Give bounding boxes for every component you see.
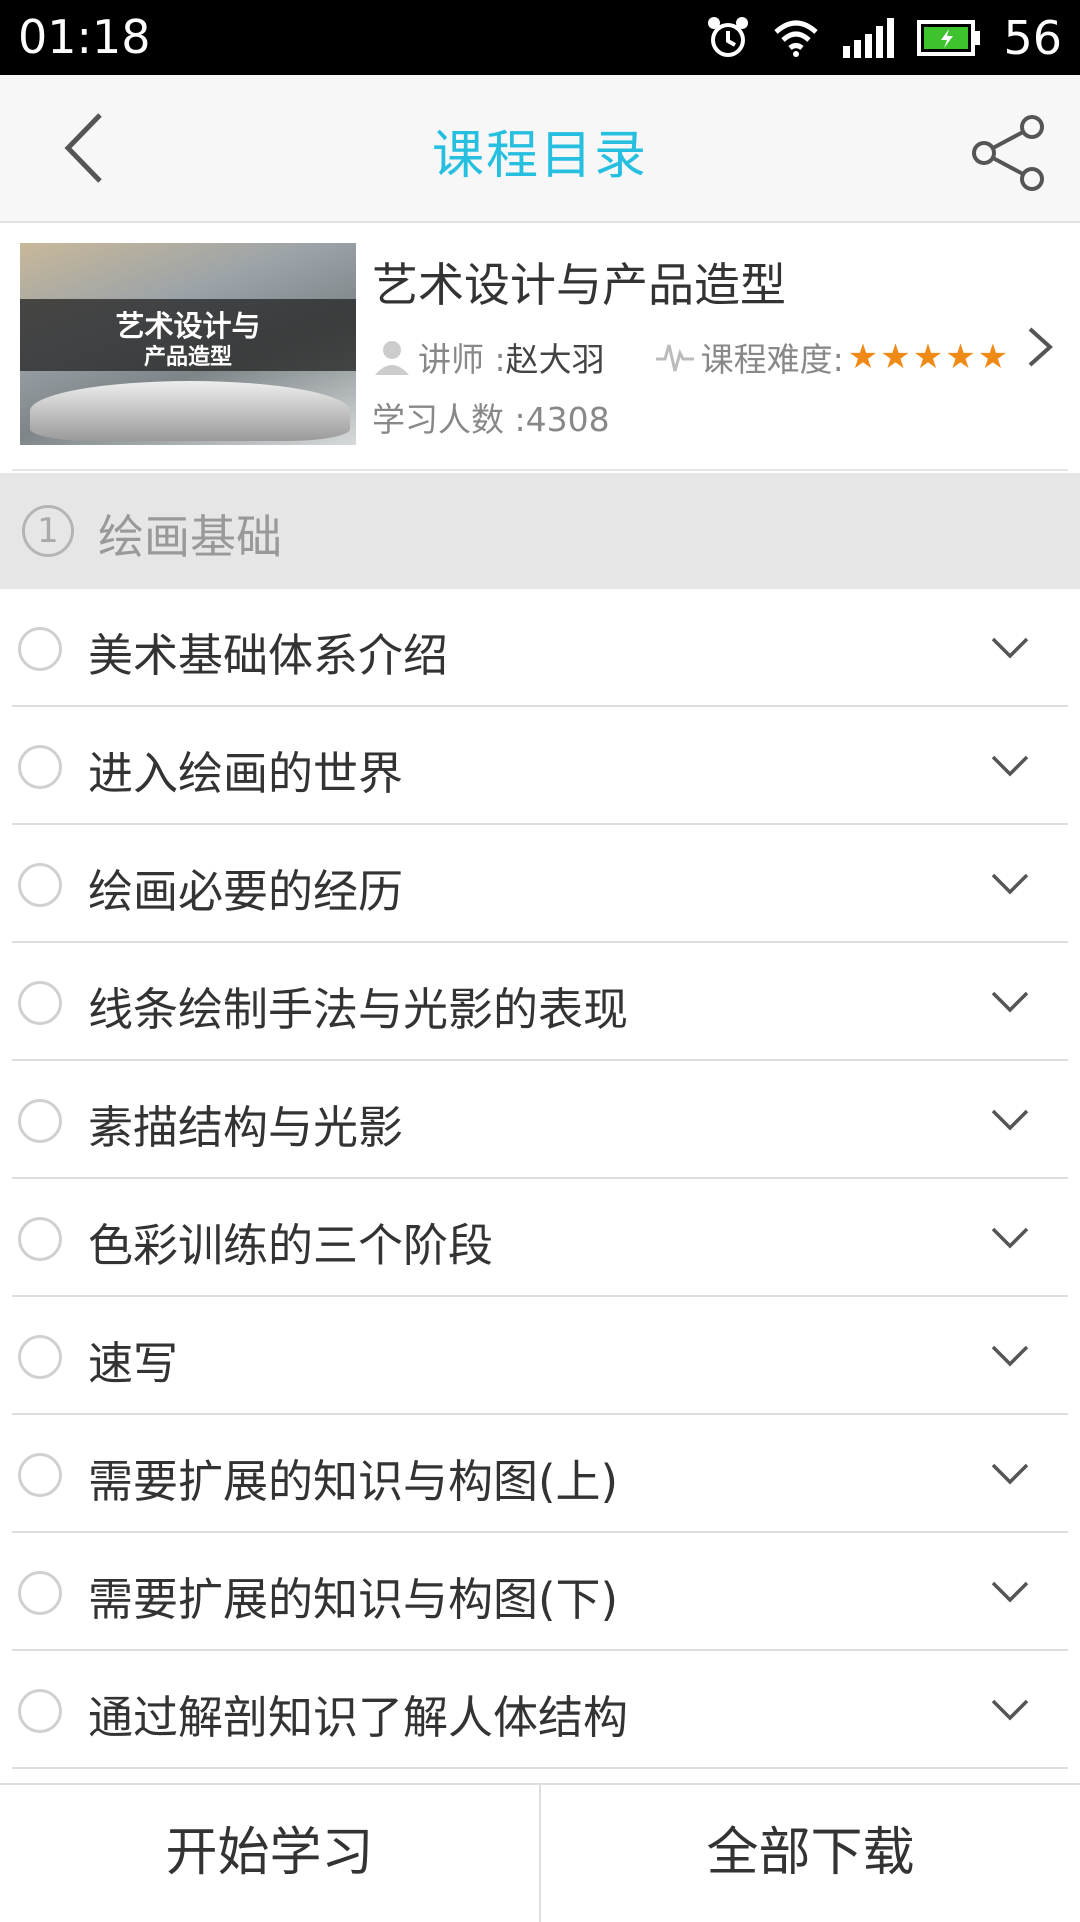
list-item[interactable]: 素描结构与光影 bbox=[12, 1061, 1068, 1179]
lesson-title: 需要扩展的知识与构图(上) bbox=[88, 1455, 619, 1508]
radio-circle-icon[interactable] bbox=[18, 1217, 62, 1261]
chevron-down-icon[interactable] bbox=[990, 1697, 1030, 1723]
battery-charging-icon bbox=[917, 20, 981, 56]
star-icon: ★ bbox=[847, 337, 879, 377]
chevron-down-icon[interactable] bbox=[990, 1225, 1030, 1251]
teacher-label: 讲师 : bbox=[418, 340, 506, 379]
radio-circle-icon[interactable] bbox=[18, 627, 62, 671]
list-item[interactable]: 通过解剖知识了解人体结构 bbox=[12, 1651, 1068, 1769]
chevron-down-icon[interactable] bbox=[990, 989, 1030, 1015]
learner-count: 学习人数 :4308 bbox=[372, 400, 610, 439]
lesson-title: 线条绘制手法与光影的表现 bbox=[88, 983, 629, 1036]
radio-circle-icon[interactable] bbox=[18, 1453, 62, 1497]
lesson-title: 美术基础体系介绍 bbox=[88, 629, 449, 682]
radio-circle-icon[interactable] bbox=[18, 1099, 62, 1143]
title-bar: 课程目录 bbox=[0, 75, 1080, 223]
list-item[interactable]: 绘画必要的经历 bbox=[12, 825, 1068, 943]
star-icon: ★ bbox=[977, 337, 1009, 377]
chevron-down-icon[interactable] bbox=[990, 1461, 1030, 1487]
section-header[interactable]: 1 绘画基础 bbox=[0, 473, 1080, 589]
radio-circle-icon[interactable] bbox=[18, 863, 62, 907]
difficulty-stars: ★ ★ ★ ★ ★ bbox=[848, 340, 1008, 374]
alarm-icon bbox=[708, 17, 749, 57]
chevron-down-icon[interactable] bbox=[990, 1343, 1030, 1369]
pulse-icon bbox=[655, 344, 694, 372]
lesson-title: 进入绘画的世界 bbox=[88, 747, 404, 800]
lesson-list: 美术基础体系介绍 进入绘画的世界 绘画必要的经历 线条绘制手法与光影的表现 素描… bbox=[0, 589, 1080, 1769]
course-meta: 讲师 : 赵大羽 课程难度: ★ ★ ★ ★ ★ bbox=[372, 333, 1008, 381]
chevron-down-icon[interactable] bbox=[990, 871, 1030, 897]
thumbnail-title-line2: 产品造型 bbox=[143, 345, 232, 370]
status-time: 01:18 bbox=[18, 10, 151, 64]
signal-icon bbox=[843, 18, 895, 58]
star-icon: ★ bbox=[912, 337, 944, 377]
section-number-badge: 1 bbox=[22, 505, 74, 557]
start-learning-button[interactable]: 开始学习 bbox=[0, 1785, 539, 1922]
difficulty-label: 课程难度: bbox=[700, 340, 844, 379]
teacher-name: 赵大羽 bbox=[505, 340, 605, 379]
bottom-action-bar: 开始学习 全部下载 bbox=[0, 1783, 1080, 1922]
divider bbox=[12, 469, 1068, 471]
thumbnail-car-image bbox=[30, 381, 350, 441]
chevron-down-icon[interactable] bbox=[990, 753, 1030, 779]
lesson-title: 速写 bbox=[88, 1337, 179, 1390]
chevron-down-icon[interactable] bbox=[990, 1579, 1030, 1605]
share-icon bbox=[972, 115, 1044, 191]
wifi-icon bbox=[774, 20, 819, 57]
user-icon bbox=[375, 341, 409, 375]
status-icons: 56 bbox=[705, 8, 1062, 68]
list-item[interactable]: 美术基础体系介绍 bbox=[12, 589, 1068, 707]
lesson-title: 需要扩展的知识与构图(下) bbox=[88, 1573, 619, 1626]
radio-circle-icon[interactable] bbox=[18, 1689, 62, 1733]
chevron-right-icon bbox=[1028, 327, 1053, 367]
download-all-button[interactable]: 全部下载 bbox=[541, 1785, 1080, 1922]
thumbnail-banner: 艺术设计与 产品造型 bbox=[20, 299, 356, 371]
list-item[interactable]: 需要扩展的知识与构图(下) bbox=[12, 1533, 1068, 1651]
course-thumbnail: 艺术设计与 产品造型 bbox=[20, 243, 356, 445]
radio-circle-icon[interactable] bbox=[18, 981, 62, 1025]
list-item[interactable]: 速写 bbox=[12, 1297, 1068, 1415]
battery-level: 56 bbox=[1003, 11, 1062, 65]
lesson-title: 色彩训练的三个阶段 bbox=[88, 1219, 494, 1272]
chevron-down-icon[interactable] bbox=[990, 1107, 1030, 1133]
lesson-title: 绘画必要的经历 bbox=[88, 865, 404, 918]
list-item[interactable]: 线条绘制手法与光影的表现 bbox=[12, 943, 1068, 1061]
page-title: 课程目录 bbox=[431, 126, 648, 186]
chevron-down-icon[interactable] bbox=[990, 635, 1030, 661]
section-title: 绘画基础 bbox=[98, 510, 282, 564]
list-item[interactable]: 进入绘画的世界 bbox=[12, 707, 1068, 825]
radio-circle-icon[interactable] bbox=[18, 1335, 62, 1379]
list-item[interactable]: 色彩训练的三个阶段 bbox=[12, 1179, 1068, 1297]
status-bar: 01:18 56 bbox=[0, 0, 1080, 75]
radio-circle-icon[interactable] bbox=[18, 1571, 62, 1615]
share-button[interactable] bbox=[970, 113, 1050, 193]
star-icon: ★ bbox=[880, 337, 911, 377]
star-icon: ★ bbox=[945, 337, 976, 377]
list-item[interactable]: 需要扩展的知识与构图(上) bbox=[12, 1415, 1068, 1533]
lesson-title: 素描结构与光影 bbox=[88, 1101, 404, 1154]
lesson-title: 通过解剖知识了解人体结构 bbox=[88, 1691, 629, 1744]
course-name: 艺术设计与产品造型 bbox=[372, 258, 786, 312]
radio-circle-icon[interactable] bbox=[18, 745, 62, 789]
course-info-card[interactable]: 艺术设计与 产品造型 艺术设计与产品造型 讲师 : 赵大羽 课程难度: ★ ★ … bbox=[0, 223, 1080, 471]
